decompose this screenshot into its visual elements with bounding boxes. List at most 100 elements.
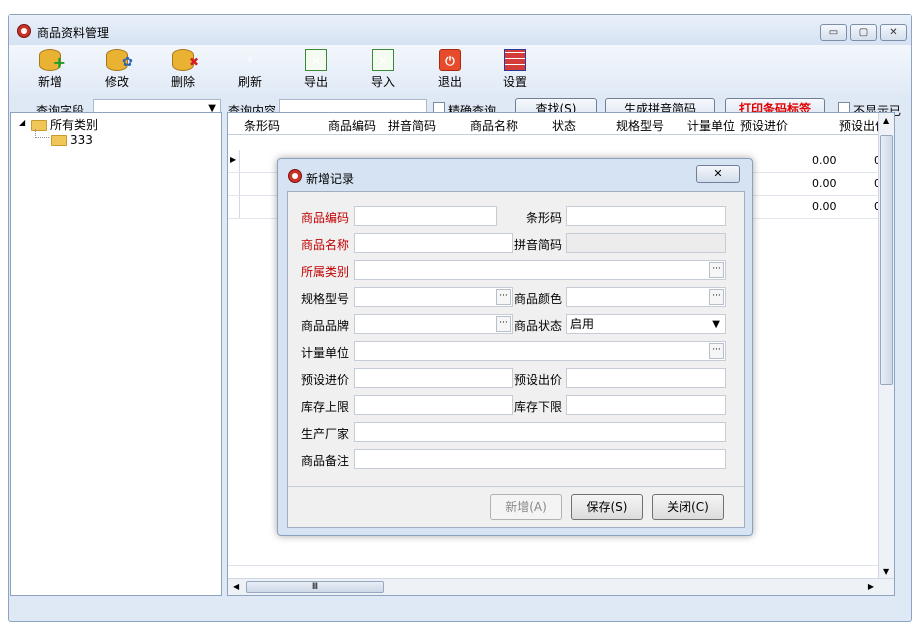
cell-purchase-price: 0.00 [812,154,837,167]
col-spec[interactable]: 规格型号 [616,117,664,134]
minimize-button[interactable]: ▭ [820,24,847,41]
color-input[interactable]: ··· [566,287,726,307]
window-title: 商品资料管理 [37,26,110,40]
stock-max-input[interactable] [354,395,513,415]
stock-min-input[interactable] [566,395,726,415]
dialog-add-button[interactable]: 新增(A) [490,494,562,520]
dialog-logo-icon [288,169,302,183]
settings-grid-icon [504,49,526,71]
manufacturer-input[interactable] [354,422,726,442]
app-logo-icon [17,24,31,38]
code-label: 商品编码 [301,211,350,225]
unit-ellipsis-button[interactable]: ··· [709,343,724,359]
dialog-close-action-button[interactable]: 关闭(C) [652,494,724,520]
stock-max-label: 库存上限 [301,400,350,414]
purchase-price-label: 预设进价 [301,373,350,387]
scroll-left-icon[interactable]: ◀ [233,582,239,591]
col-name[interactable]: 商品名称 [470,117,518,134]
col-status[interactable]: 状态 [552,117,576,134]
remark-input[interactable] [354,449,726,469]
purchase-price-input[interactable] [354,368,513,388]
scroll-right-icon[interactable]: ▶ [868,582,874,591]
title-bar[interactable]: 商品资料管理 ▭ ▢ ✕ [9,15,911,45]
row-selector[interactable] [228,173,240,195]
refresh-label: 刷新 [237,75,262,89]
exit-button[interactable]: ⏻ 退出 [428,49,472,90]
unit-label: 计量单位 [301,346,350,360]
edit-label: 修改 [104,75,129,89]
row-pointer-icon: ▶ [230,155,237,164]
name-label: 商品名称 [301,238,350,252]
settings-label: 设置 [502,75,527,89]
dialog-form: 商品编码 条形码 商品名称 拼音简码 所属类别 ··· 规格型号 ··· 商品颜… [287,191,745,528]
category-input[interactable]: ··· [354,260,726,280]
col-barcode[interactable]: 条形码 [244,117,280,134]
vertical-scroll-thumb[interactable] [880,135,893,385]
dialog-save-button[interactable]: 保存(S) [571,494,643,520]
edit-button[interactable]: 修改 [95,49,139,90]
add-button[interactable]: 新增 [28,49,72,90]
spec-ellipsis-button[interactable]: ··· [496,289,511,305]
manufacturer-label: 生产厂家 [301,427,350,441]
col-pinyin[interactable]: 拼音简码 [388,117,436,134]
color-ellipsis-button[interactable]: ··· [709,289,724,305]
category-ellipsis-button[interactable]: ··· [709,262,724,278]
name-input[interactable] [354,233,513,253]
scroll-down-icon[interactable]: ▼ [883,567,889,576]
grid-header: 条形码 商品编码 拼音简码 商品名称 状态 规格型号 计量单位 预设进价 预设出… [228,113,888,135]
dialog-separator [288,486,744,487]
delete-button[interactable]: 删除 [161,49,205,90]
scroll-up-icon[interactable]: ▲ [883,116,889,125]
new-record-dialog: 新增记录 ✕ 商品编码 条形码 商品名称 拼音简码 所属类别 ··· 规格型号 … [277,158,753,536]
unit-input[interactable]: ··· [354,341,726,361]
tree-root-label: 所有类别 [50,118,99,132]
settings-button[interactable]: 设置 [493,49,537,90]
pinyin-label: 拼音简码 [514,238,563,252]
tree-item-label: 333 [70,133,93,147]
spec-label: 规格型号 [301,292,350,306]
col-code[interactable]: 商品编码 [328,117,376,134]
tree-connector [35,129,49,138]
col-purchase-price[interactable]: 预设进价 [740,117,788,134]
status-label: 商品状态 [514,319,563,333]
col-unit[interactable]: 计量单位 [687,117,735,134]
db-add-icon [39,49,66,74]
vertical-scrollbar[interactable]: ▲ ▼ [878,113,894,579]
status-select[interactable]: 启用 ▼ [566,314,726,334]
refresh-button[interactable]: ⚡ 刷新 [228,49,272,90]
pinyin-input [566,233,726,253]
brand-input[interactable]: ··· [354,314,513,334]
row-selector[interactable]: ▶ [228,150,240,172]
delete-label: 删除 [170,75,195,89]
code-input[interactable] [354,206,497,226]
maximize-button[interactable]: ▢ [850,24,877,41]
brand-label: 商品品牌 [301,319,350,333]
export-button[interactable]: ✕ 导出 [294,49,338,90]
db-delete-icon [172,49,199,73]
sale-price-input[interactable] [566,368,726,388]
excel-export-icon: ✕ [305,49,327,71]
barcode-input[interactable] [566,206,726,226]
cell-purchase-price: 0.00 [812,200,837,213]
toolbar: 新增 修改 删除 ⚡ 刷新 ✕ 导出 ✕ 导入 ⏻ 退出 设置 [9,45,911,93]
category-tree[interactable]: ◢ 所有类别 333 [10,112,222,596]
row-selector[interactable] [228,196,240,218]
horizontal-scroll-thumb[interactable]: Ⅲ [246,581,384,593]
grid-footer [228,565,878,579]
spec-input[interactable]: ··· [354,287,513,307]
remark-label: 商品备注 [301,454,350,468]
dialog-title: 新增记录 [306,172,355,186]
export-label: 导出 [303,75,328,89]
import-button[interactable]: ✕ 导入 [361,49,405,90]
tree-item-333[interactable]: 333 [51,133,93,147]
horizontal-scrollbar[interactable]: ◀ Ⅲ ▶ [228,578,894,595]
stock-min-label: 库存下限 [514,400,563,414]
tree-expand-icon[interactable]: ◢ [19,118,25,127]
brand-ellipsis-button[interactable]: ··· [496,316,511,332]
folder-icon [51,135,67,146]
dialog-close-button[interactable]: ✕ [696,165,740,183]
import-label: 导入 [370,75,395,89]
close-button[interactable]: ✕ [880,24,907,41]
refresh-icon: ⚡ [245,53,255,67]
color-label: 商品颜色 [514,292,563,306]
